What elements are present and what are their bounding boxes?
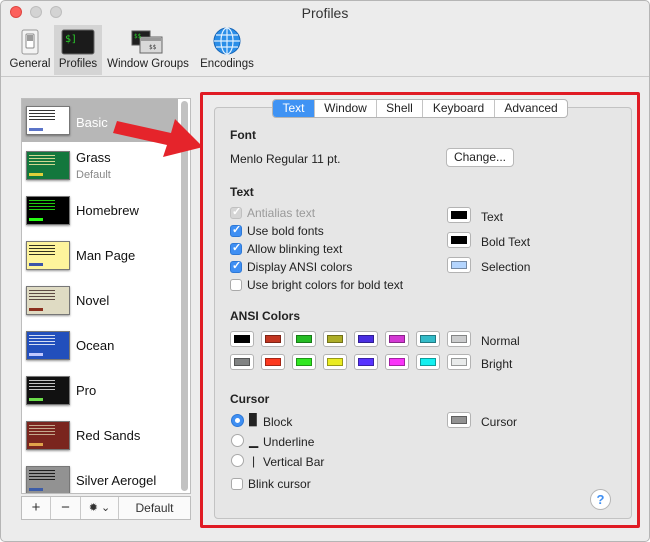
toolbar-profiles[interactable]: $] Profiles bbox=[54, 25, 102, 75]
toolbar-window-groups-label: Window Groups bbox=[107, 58, 189, 70]
red-arrow-annotation bbox=[113, 119, 203, 157]
toolbar: General $] Profiles $$ $$ Window Groups bbox=[1, 23, 649, 77]
toolbar-general[interactable]: General bbox=[8, 25, 52, 75]
profile-list-footer: + − ✹ ⌄ Default bbox=[21, 496, 191, 520]
terminal-icon: $] bbox=[61, 29, 95, 55]
profile-name: Man Page bbox=[76, 248, 136, 263]
toolbar-encodings[interactable]: Encodings bbox=[196, 25, 258, 75]
profile-name: Homebrew bbox=[76, 203, 139, 218]
profile-name: Grass bbox=[76, 150, 111, 165]
profile-item-homebrew[interactable]: Homebrew bbox=[22, 189, 178, 234]
profile-name: Silver Aerogel bbox=[76, 473, 157, 488]
profile-name: Ocean bbox=[76, 338, 115, 353]
red-highlight-annotation bbox=[200, 92, 640, 528]
profile-thumbnail bbox=[26, 286, 70, 315]
profile-item-pro[interactable]: Pro bbox=[22, 369, 178, 414]
profile-thumbnail bbox=[26, 466, 70, 493]
profile-item-red-sands[interactable]: Red Sands bbox=[22, 414, 178, 459]
toolbar-profiles-label: Profiles bbox=[58, 58, 98, 70]
remove-profile-button[interactable]: − bbox=[51, 497, 81, 519]
globe-icon bbox=[213, 27, 241, 55]
profile-item-ocean[interactable]: Ocean bbox=[22, 324, 178, 369]
toolbar-encodings-label: Encodings bbox=[200, 58, 254, 70]
gear-menu-button[interactable]: ✹ ⌄ bbox=[81, 497, 119, 519]
profile-name: Red Sands bbox=[76, 428, 141, 443]
profile-thumbnail bbox=[26, 196, 70, 225]
profile-item-silver-aerogel[interactable]: Silver Aerogel bbox=[22, 459, 178, 493]
title-bar: Profiles bbox=[1, 1, 649, 23]
profile-thumbnail bbox=[26, 151, 70, 180]
preferences-window: Profiles General $] Profiles $$ $$ Windo… bbox=[0, 0, 650, 542]
profile-thumbnail bbox=[26, 106, 70, 135]
add-profile-button[interactable]: + bbox=[22, 497, 51, 519]
profile-item-man-page[interactable]: Man Page bbox=[22, 234, 178, 279]
window-groups-icon: $$ $$ bbox=[131, 30, 163, 54]
profile-thumbnail bbox=[26, 376, 70, 405]
profile-name: Pro bbox=[76, 383, 97, 398]
svg-text:$]: $] bbox=[65, 34, 77, 45]
profile-thumbnail bbox=[26, 331, 70, 360]
svg-text:$$: $$ bbox=[134, 33, 142, 40]
switch-icon bbox=[21, 29, 39, 55]
toolbar-window-groups[interactable]: $$ $$ Window Groups bbox=[105, 25, 191, 75]
profile-item-novel[interactable]: Novel bbox=[22, 279, 178, 324]
window-title: Profiles bbox=[301, 5, 349, 21]
profile-default-tag: Default bbox=[76, 169, 111, 181]
set-default-button[interactable]: Default bbox=[119, 497, 190, 519]
profile-name: Novel bbox=[76, 293, 110, 308]
profile-thumbnail bbox=[26, 421, 70, 450]
profile-thumbnail bbox=[26, 241, 70, 270]
svg-text:$$: $$ bbox=[149, 44, 157, 51]
profile-name: Basic bbox=[76, 115, 108, 130]
toolbar-general-label: General bbox=[9, 58, 51, 70]
